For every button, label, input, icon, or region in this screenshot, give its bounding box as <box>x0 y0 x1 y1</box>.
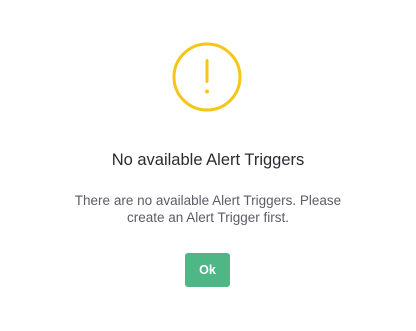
alert-dialog: No available Alert Triggers There are no… <box>0 0 416 331</box>
dialog-title: No available Alert Triggers <box>111 151 305 169</box>
dialog-message-line-2: create an Alert Trigger first. <box>126 210 290 225</box>
dialog-message: There are no available Alert Triggers. P… <box>48 192 368 226</box>
dialog-message-line-1: There are no available Alert Triggers. P… <box>74 193 342 208</box>
warning-exclamation-icon <box>172 42 242 112</box>
ok-button[interactable]: Ok <box>185 253 230 287</box>
